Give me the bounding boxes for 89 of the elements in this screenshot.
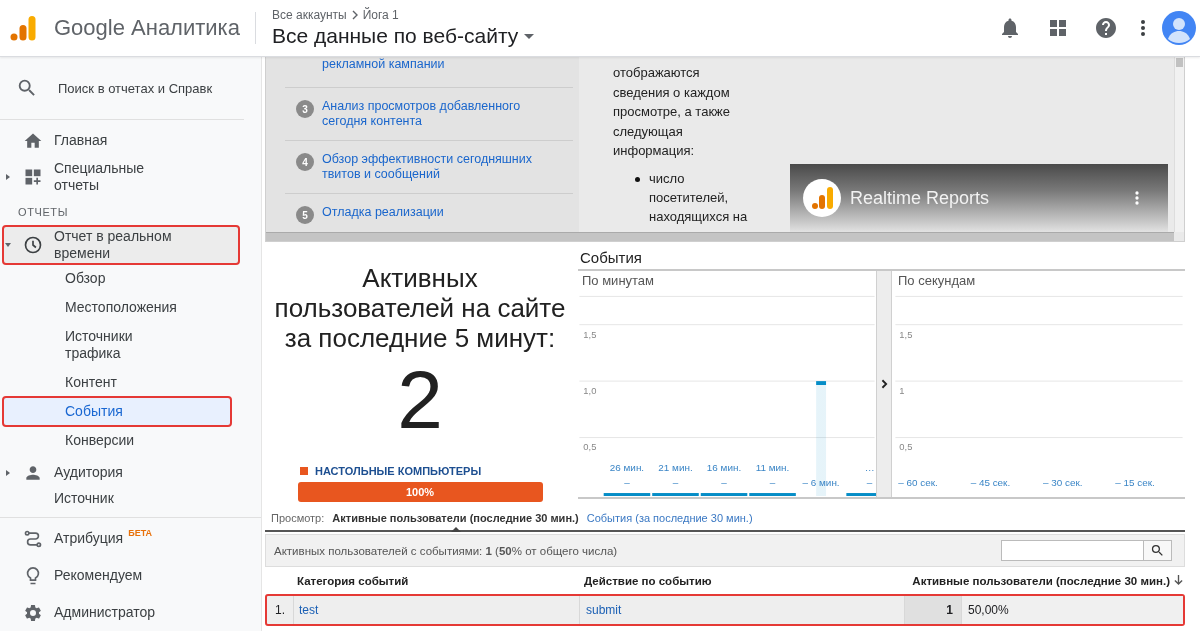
caret-icon (524, 33, 535, 39)
axis-label: – 60 сек. (898, 477, 938, 489)
active-users-count: 2 (397, 357, 443, 443)
view-tab[interactable]: События (за последние 30 мин.) (586, 512, 753, 524)
search-button[interactable] (1144, 540, 1172, 561)
caret-right-icon[interactable] (5, 174, 11, 180)
grid-icon (23, 167, 43, 187)
nav-item[interactable]: Атрибуция $^{БЕТА}$ (3, 520, 239, 557)
step-link[interactable]: Обзор эффективности сегодняшних твитов и сообщений (322, 152, 542, 182)
step-number: 4 (296, 153, 314, 171)
axis-label: 16 мин. – (706, 462, 742, 489)
table-cell: 1 (905, 596, 962, 624)
axis-label: 1,0 (583, 385, 597, 396)
clock-icon (23, 235, 43, 255)
help-icon[interactable] (1094, 16, 1118, 40)
nav-item[interactable]: Администратор (3, 594, 239, 631)
breadcrumb-link[interactable]: Все аккаунты (271, 8, 347, 22)
nav-subitem[interactable]: Контент (3, 368, 231, 397)
breadcrumb-link[interactable]: Йога 1 (362, 8, 399, 22)
nav-item[interactable]: Рекомендуем (3, 557, 239, 594)
search-icon[interactable] (16, 77, 38, 99)
nav-subitem[interactable]: События (3, 397, 231, 426)
axis-label: … – (864, 462, 875, 489)
logo-icon (803, 179, 841, 217)
step-link[interactable]: Анализ просмотров добавленного сегодня контента (322, 99, 542, 129)
summary-text: Активных пользователей с событиями: 1 (50% от общего числа) (274, 544, 618, 557)
row-number: 1. (267, 596, 294, 624)
caret-right-icon[interactable] (5, 469, 11, 476)
axis-label: 1,5 (583, 328, 597, 340)
axis-label: – 15 сек. (1115, 477, 1155, 489)
table-search-field[interactable] (1001, 540, 1144, 561)
axis-label: – 30 сек. (1042, 477, 1083, 489)
nav-subitem[interactable]: Обзор (3, 264, 231, 293)
bullet-text: число посетителей, находящихся на (649, 169, 749, 226)
axis-label: 0,5 (583, 441, 597, 453)
bar[interactable] (700, 493, 748, 496)
search-icon (1150, 543, 1165, 558)
chart-title: По минутам (581, 272, 656, 289)
search-field[interactable]: Поиск в отчетах и Справк (58, 80, 218, 96)
beta-label: БЕТА (128, 528, 153, 538)
view-label: Просмотр: (271, 512, 325, 524)
avatar-icon[interactable] (1162, 11, 1196, 45)
chart-title: По секундам (897, 272, 977, 289)
step-link[interactable]: Отладка реализации (322, 205, 444, 220)
nav-item[interactable]: Аудитория (3, 455, 239, 490)
route-icon (23, 528, 43, 549)
step-number: 3 (296, 100, 314, 118)
axis-label: 1 (899, 385, 905, 396)
column-header[interactable]: Активные пользователи (последние 30 мин.) (912, 574, 1170, 587)
section-label: ОТЧЕТЫ (17, 205, 69, 220)
view-tab[interactable]: Активные пользователи (последние 30 мин.) (332, 512, 579, 524)
device-share-bar: 100% (297, 482, 543, 502)
nav-item[interactable]: Специальные отчеты (3, 158, 239, 196)
table-row[interactable]: 1. test submit 1 50,00% (265, 594, 1185, 626)
scrollbar-thumb[interactable] (1176, 58, 1183, 67)
nav-subitem[interactable]: Конверсии (3, 426, 231, 455)
section-title: События (579, 248, 643, 268)
nav-item[interactable]: Отчет в реальном времени (3, 226, 239, 264)
description-text: отображаются сведения о каждом просмотре, а также следующая информация: (613, 64, 731, 160)
nav-item[interactable]: Главная (3, 123, 239, 158)
active-users-title: Активных пользователей на сайте за последние 5 минут: (273, 263, 567, 353)
column-header[interactable]: Категория событий (292, 574, 578, 587)
bullet-icon (635, 176, 640, 182)
axis-label: 1,5 (899, 328, 913, 340)
nav-subitem[interactable]: Местоположения (3, 293, 231, 322)
step-link[interactable]: рекламной кампании (322, 57, 445, 72)
axis-label: 26 мин. – (609, 462, 645, 489)
legend-label: НАСТОЛЬНЫЕ КОМПЬЮТЕРЫ (315, 465, 482, 477)
scrollbar[interactable] (266, 232, 1174, 241)
nav-subitem[interactable]: Источники трафика (3, 322, 231, 368)
axis-label: 0,5 (899, 441, 913, 453)
sort-down-icon[interactable] (1174, 575, 1183, 586)
caret-icon (450, 527, 461, 532)
chevron-icon (880, 379, 888, 389)
nav-item[interactable]: Источник (3, 490, 239, 507)
table-link[interactable]: test (294, 596, 580, 624)
axis-label: – 45 сек. (970, 477, 1011, 489)
view-selector[interactable]: Все данные по веб-сайту (271, 24, 535, 48)
axis-label: 11 мин. – (755, 462, 790, 489)
video-title: Realtime Reports (850, 187, 990, 209)
axis-label: 21 мин. – (658, 462, 693, 489)
caret-down-icon[interactable] (5, 242, 11, 248)
product-name: Google Аналитика (54, 15, 240, 41)
axis-label: – 6 мин. (802, 477, 840, 489)
settings-icon (23, 602, 43, 623)
column-header[interactable]: Действие по событию (578, 574, 903, 587)
bar[interactable] (603, 493, 651, 496)
logo-icon (9, 14, 37, 42)
step-number: 5 (296, 206, 314, 224)
